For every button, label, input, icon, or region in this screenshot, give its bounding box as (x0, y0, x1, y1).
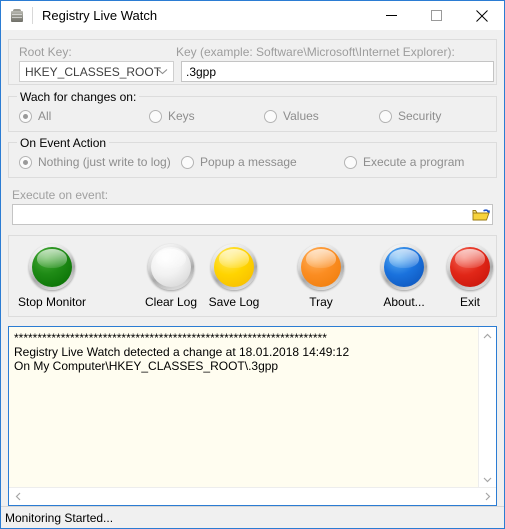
key-selection-panel: Root Key: Key (example: Software\Microso… (8, 39, 497, 85)
radio-action-popup[interactable]: Popup a message (181, 155, 297, 169)
radio-watch-keys-label: Keys (168, 109, 195, 123)
key-label: Key (example: Software\Microsoft\Interne… (176, 45, 455, 59)
root-key-label: Root Key: (19, 45, 72, 59)
watch-group-title: Wach for changes on: (17, 90, 140, 104)
maximize-icon[interactable] (414, 1, 459, 30)
title-separator (32, 7, 33, 24)
clear-log-orb-icon (148, 244, 194, 290)
log-horizontal-scrollbar[interactable] (9, 487, 496, 505)
radio-watch-all-label: All (38, 109, 52, 123)
radio-watch-all[interactable]: All (19, 109, 51, 123)
action-buttons-panel: Stop Monitor Clear Log Save Log Tray Abo… (8, 235, 497, 317)
watch-changes-group: Wach for changes on: All Keys Values Sec… (8, 90, 497, 132)
scroll-up-icon[interactable] (479, 327, 496, 344)
scroll-right-icon[interactable] (479, 488, 496, 505)
save-log-label: Save Log (208, 295, 260, 309)
about-orb-icon (381, 244, 427, 290)
tray-orb-icon (298, 244, 344, 290)
radio-dot-icon (19, 109, 32, 123)
radio-watch-security-label: Security (398, 109, 442, 123)
stop-monitor-label: Stop Monitor (17, 295, 87, 309)
scroll-left-icon[interactable] (9, 488, 26, 505)
radio-dot-icon (379, 109, 392, 123)
save-log-button[interactable]: Save Log (205, 244, 263, 309)
chevron-down-icon (151, 62, 173, 81)
main-window: Registry Live Watch Root Key: Key (examp… (0, 0, 505, 529)
execute-on-event-label: Execute on event: (12, 188, 109, 202)
radio-dot-icon (344, 155, 357, 169)
log-output-text: ****************************************… (14, 331, 350, 373)
exit-label: Exit (459, 295, 480, 309)
scroll-down-icon[interactable] (479, 471, 496, 488)
status-text: Monitoring Started... (5, 510, 114, 525)
save-log-orb-icon (211, 244, 257, 290)
radio-watch-values[interactable]: Values (264, 109, 319, 123)
stop-monitor-button[interactable]: Stop Monitor (18, 244, 86, 309)
radio-watch-values-label: Values (283, 109, 319, 123)
exit-button[interactable]: Exit (441, 244, 499, 309)
minimize-icon[interactable] (369, 1, 414, 30)
execute-on-event-field-wrapper (12, 204, 493, 225)
about-label: About... (383, 295, 425, 309)
action-group-title: On Event Action (17, 136, 110, 150)
open-folder-icon[interactable] (471, 206, 491, 223)
radio-watch-security[interactable]: Security (379, 109, 441, 123)
log-vertical-scrollbar[interactable] (478, 327, 496, 488)
exit-orb-icon (447, 244, 493, 290)
status-bar: Monitoring Started... (1, 506, 504, 528)
content-area: Root Key: Key (example: Software\Microso… (1, 30, 504, 506)
window-title: Registry Live Watch (42, 8, 158, 23)
about-button[interactable]: About... (375, 244, 433, 309)
log-output-panel[interactable]: ****************************************… (8, 326, 497, 506)
radio-dot-icon (181, 155, 194, 169)
stop-monitor-orb-icon (29, 244, 75, 290)
execute-on-event-section: Execute on event: (8, 188, 497, 226)
radio-action-popup-label: Popup a message (200, 155, 297, 169)
root-key-combobox[interactable]: HKEY_CLASSES_ROOT (19, 61, 174, 82)
radio-action-execute[interactable]: Execute a program (344, 155, 464, 169)
close-icon[interactable] (459, 1, 504, 30)
radio-action-nothing[interactable]: Nothing (just write to log) (19, 155, 171, 169)
radio-dot-icon (264, 109, 277, 123)
window-controls (369, 1, 504, 30)
tray-button[interactable]: Tray (292, 244, 350, 309)
registry-app-icon (9, 8, 25, 24)
tray-label: Tray (309, 295, 333, 309)
radio-watch-keys[interactable]: Keys (149, 109, 195, 123)
event-action-group: On Event Action Nothing (just write to l… (8, 136, 497, 178)
clear-log-label: Clear Log (144, 295, 198, 309)
key-input[interactable] (181, 61, 494, 82)
radio-dot-icon (19, 155, 32, 169)
title-bar: Registry Live Watch (1, 1, 504, 30)
radio-action-execute-label: Execute a program (363, 155, 465, 169)
execute-on-event-input[interactable] (13, 205, 468, 224)
clear-log-button[interactable]: Clear Log (142, 244, 200, 309)
root-key-value: HKEY_CLASSES_ROOT (25, 64, 162, 79)
radio-action-nothing-label: Nothing (just write to log) (38, 155, 171, 169)
radio-dot-icon (149, 109, 162, 123)
